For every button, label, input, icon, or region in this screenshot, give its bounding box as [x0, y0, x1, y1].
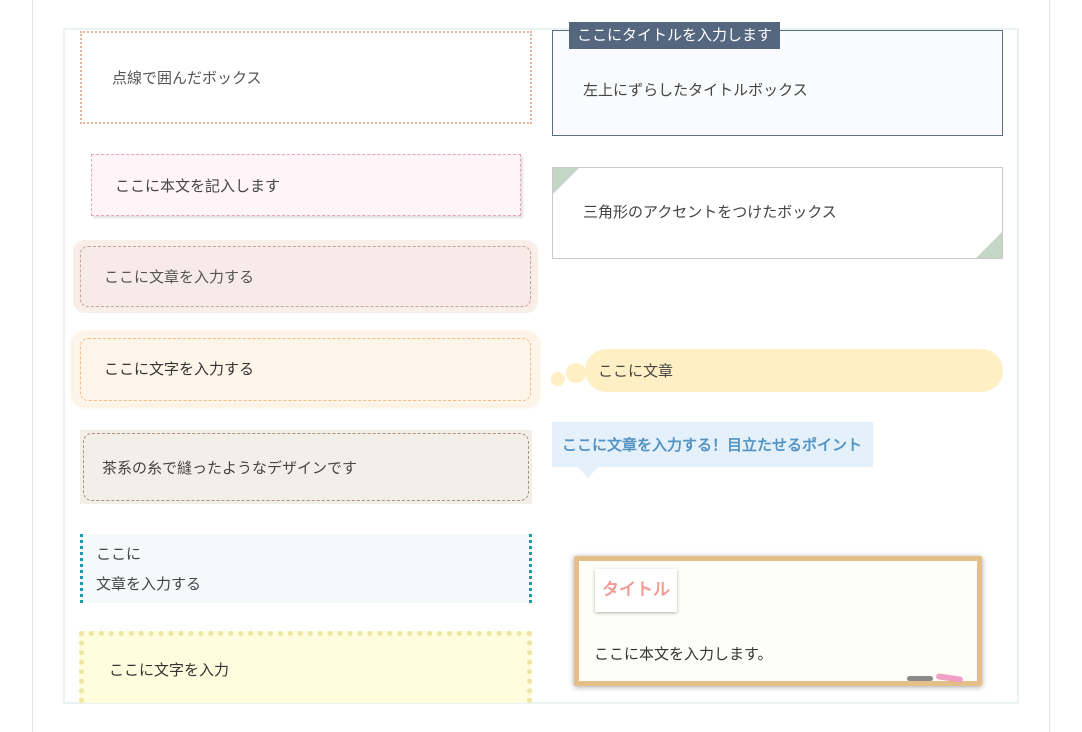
pink-chalk-icon — [935, 673, 964, 683]
triangle-box-text: 三角形のアクセントをつけたボックス — [583, 203, 837, 221]
yellow-dotted-box: ここに文字を入力 — [79, 631, 532, 703]
pink-stitch-box: ここに文章を入力する — [73, 240, 538, 313]
balloon-tail-icon — [578, 467, 598, 478]
triangle-accent-box: 三角形のアクセントをつけたボックス — [552, 167, 1003, 259]
chalkboard-box: タイトル ここに本文を入力します。 — [574, 556, 982, 686]
orange-stitch-box: ここに文字を入力する — [73, 333, 538, 406]
dotted-box-text: 点線で囲んだボックス — [112, 69, 262, 87]
point-balloon: ここに文章を入力する！目立たせるポイント — [552, 422, 873, 467]
offset-title-body: 左上にずらしたタイトルボックス — [583, 81, 808, 99]
side-dotted-text-line2: 文章を入力する — [96, 575, 202, 593]
brown-thread-text: 茶系の糸で縫ったようなデザインです — [102, 459, 358, 477]
gray-chalk-icon — [907, 676, 933, 681]
dotted-border-box: 点線で囲んだボックス — [80, 31, 532, 124]
side-dotted-text-line1: ここに — [96, 545, 142, 563]
yellow-dotted-text: ここに文字を入力 — [109, 661, 230, 679]
memo-box: ここに本文を記入します — [91, 154, 521, 216]
orange-stitch-text: ここに文字を入力する — [104, 360, 255, 378]
chalkboard-title: タイトル — [595, 569, 677, 612]
pink-stitch-text: ここに文章を入力する — [104, 268, 255, 286]
point-balloon-text: ここに文章を入力する！目立たせるポイント — [562, 436, 863, 454]
side-dotted-box: ここに 文章を入力する — [80, 534, 532, 603]
thought-bubble-text: ここに文章 — [598, 362, 674, 380]
brown-thread-box: 茶系の糸で縫ったようなデザインです — [80, 430, 532, 504]
offset-title-box: ここにタイトルを入力します 左上にずらしたタイトルボックス — [552, 22, 1003, 136]
bottom-right-triangle-icon — [976, 232, 1002, 258]
thought-dot-small — [551, 372, 565, 386]
thought-dot-large — [566, 363, 586, 383]
thought-bubble: ここに文章 — [585, 349, 1003, 392]
offset-title-tab: ここにタイトルを入力します — [569, 22, 781, 49]
chalkboard-body: ここに本文を入力します。 — [594, 645, 773, 663]
memo-box-text: ここに本文を記入します — [115, 177, 281, 195]
top-left-triangle-icon — [553, 168, 579, 194]
